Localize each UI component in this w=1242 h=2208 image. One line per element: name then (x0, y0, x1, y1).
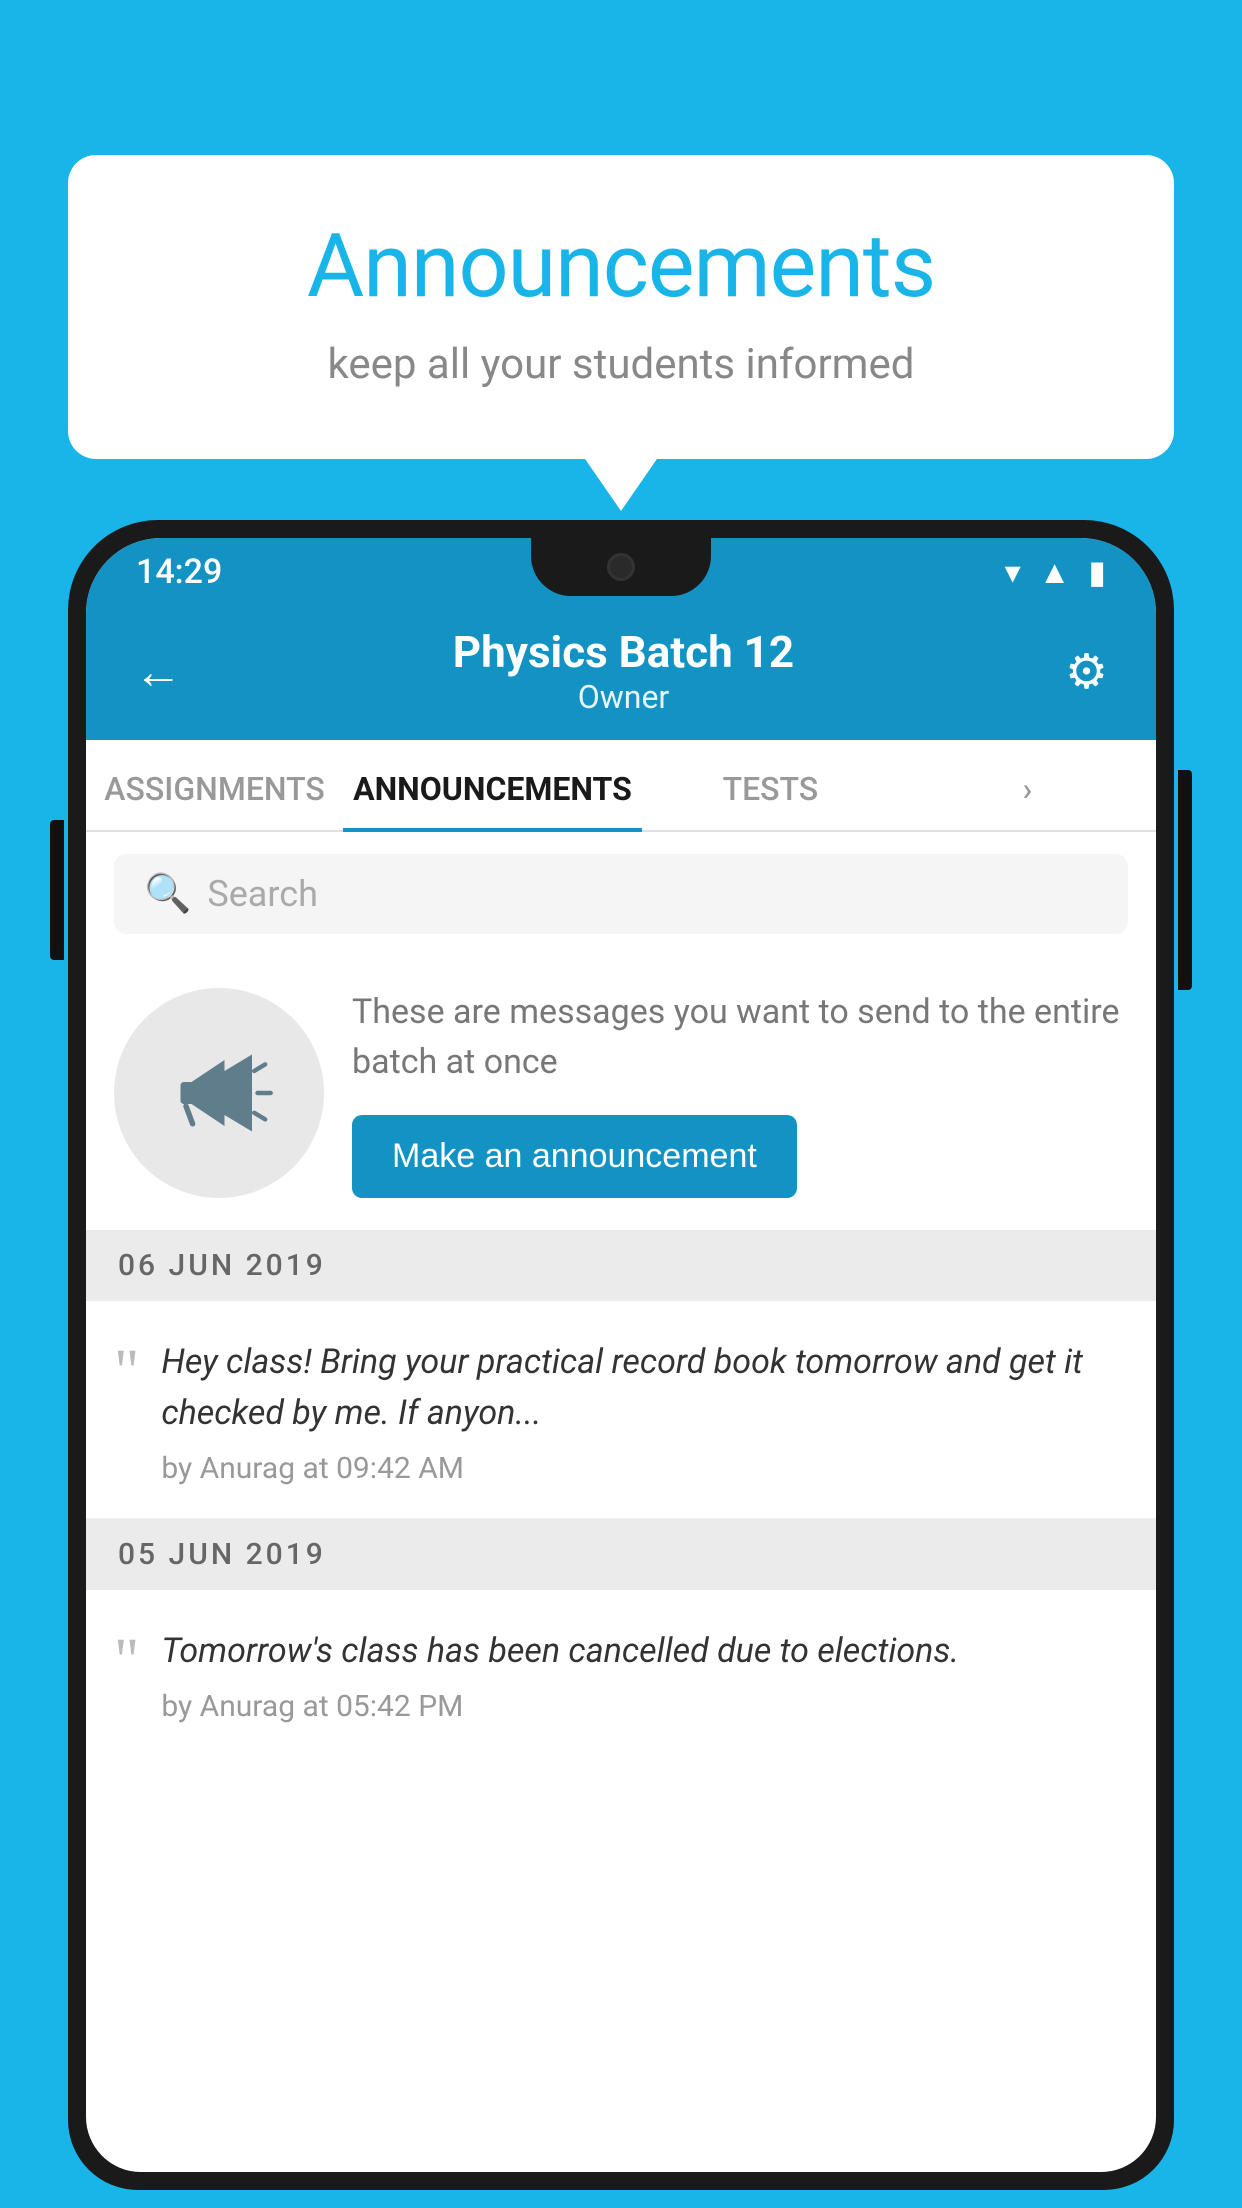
speech-bubble-section: Announcements keep all your students inf… (68, 155, 1174, 459)
search-icon: 🔍 (144, 872, 191, 916)
search-placeholder: Search (207, 873, 318, 915)
phone-notch (531, 538, 711, 596)
make-announcement-button[interactable]: Make an announcement (352, 1115, 797, 1198)
quote-icon-2: " (114, 1630, 139, 1692)
date-divider-1: 06 JUN 2019 (86, 1230, 1156, 1301)
header-title: Physics Batch 12 (182, 626, 1065, 678)
speech-bubble: Announcements keep all your students inf… (68, 155, 1174, 459)
status-icons: ▾ ▲ ▮ (1005, 553, 1106, 591)
speech-bubble-title: Announcements (148, 215, 1094, 318)
settings-icon[interactable]: ⚙ (1065, 643, 1108, 700)
tab-more[interactable]: › (899, 740, 1156, 830)
tabs-container: ASSIGNMENTS ANNOUNCEMENTS TESTS › (86, 740, 1156, 832)
megaphone-icon (164, 1038, 274, 1148)
announcement-item-1[interactable]: " Hey class! Bring your practical record… (86, 1301, 1156, 1519)
announcement-meta-2: by Anurag at 05:42 PM (161, 1689, 1128, 1724)
phone-inner: 14:29 ▾ ▲ ▮ ← Physics Batch 12 Owner ⚙ (86, 538, 1156, 2172)
search-container: 🔍 Search (86, 832, 1156, 956)
battery-icon: ▮ (1088, 553, 1106, 591)
promo-description: These are messages you want to send to t… (352, 988, 1128, 1087)
quote-icon-1: " (114, 1341, 139, 1403)
announcement-meta-1: by Anurag at 09:42 AM (161, 1451, 1128, 1486)
phone-mockup: 14:29 ▾ ▲ ▮ ← Physics Batch 12 Owner ⚙ (68, 520, 1174, 2208)
header-title-block: Physics Batch 12 Owner (182, 626, 1065, 716)
promo-right: These are messages you want to send to t… (352, 988, 1128, 1198)
announcement-text-1: Hey class! Bring your practical record b… (161, 1337, 1128, 1439)
announcement-content-1: Hey class! Bring your practical record b… (161, 1337, 1128, 1486)
signal-icon: ▲ (1039, 553, 1071, 591)
date-divider-2: 05 JUN 2019 (86, 1519, 1156, 1590)
tab-tests[interactable]: TESTS (642, 740, 899, 830)
tab-announcements[interactable]: ANNOUNCEMENTS (343, 740, 642, 830)
app-header: ← Physics Batch 12 Owner ⚙ (86, 606, 1156, 740)
announcement-item-2[interactable]: " Tomorrow's class has been cancelled du… (86, 1590, 1156, 1804)
megaphone-circle (114, 988, 324, 1198)
speech-bubble-subtitle: keep all your students informed (148, 340, 1094, 389)
back-button[interactable]: ← (134, 643, 182, 700)
front-camera (607, 553, 635, 581)
tab-assignments[interactable]: ASSIGNMENTS (86, 740, 343, 830)
announcement-text-2: Tomorrow's class has been cancelled due … (161, 1626, 1128, 1677)
header-subtitle: Owner (182, 678, 1065, 716)
announcement-promo: These are messages you want to send to t… (86, 956, 1156, 1230)
search-box[interactable]: 🔍 Search (114, 854, 1128, 934)
announcement-content-2: Tomorrow's class has been cancelled due … (161, 1626, 1128, 1724)
status-time: 14:29 (136, 552, 222, 592)
phone-outer: 14:29 ▾ ▲ ▮ ← Physics Batch 12 Owner ⚙ (68, 520, 1174, 2190)
wifi-icon: ▾ (1005, 553, 1021, 591)
